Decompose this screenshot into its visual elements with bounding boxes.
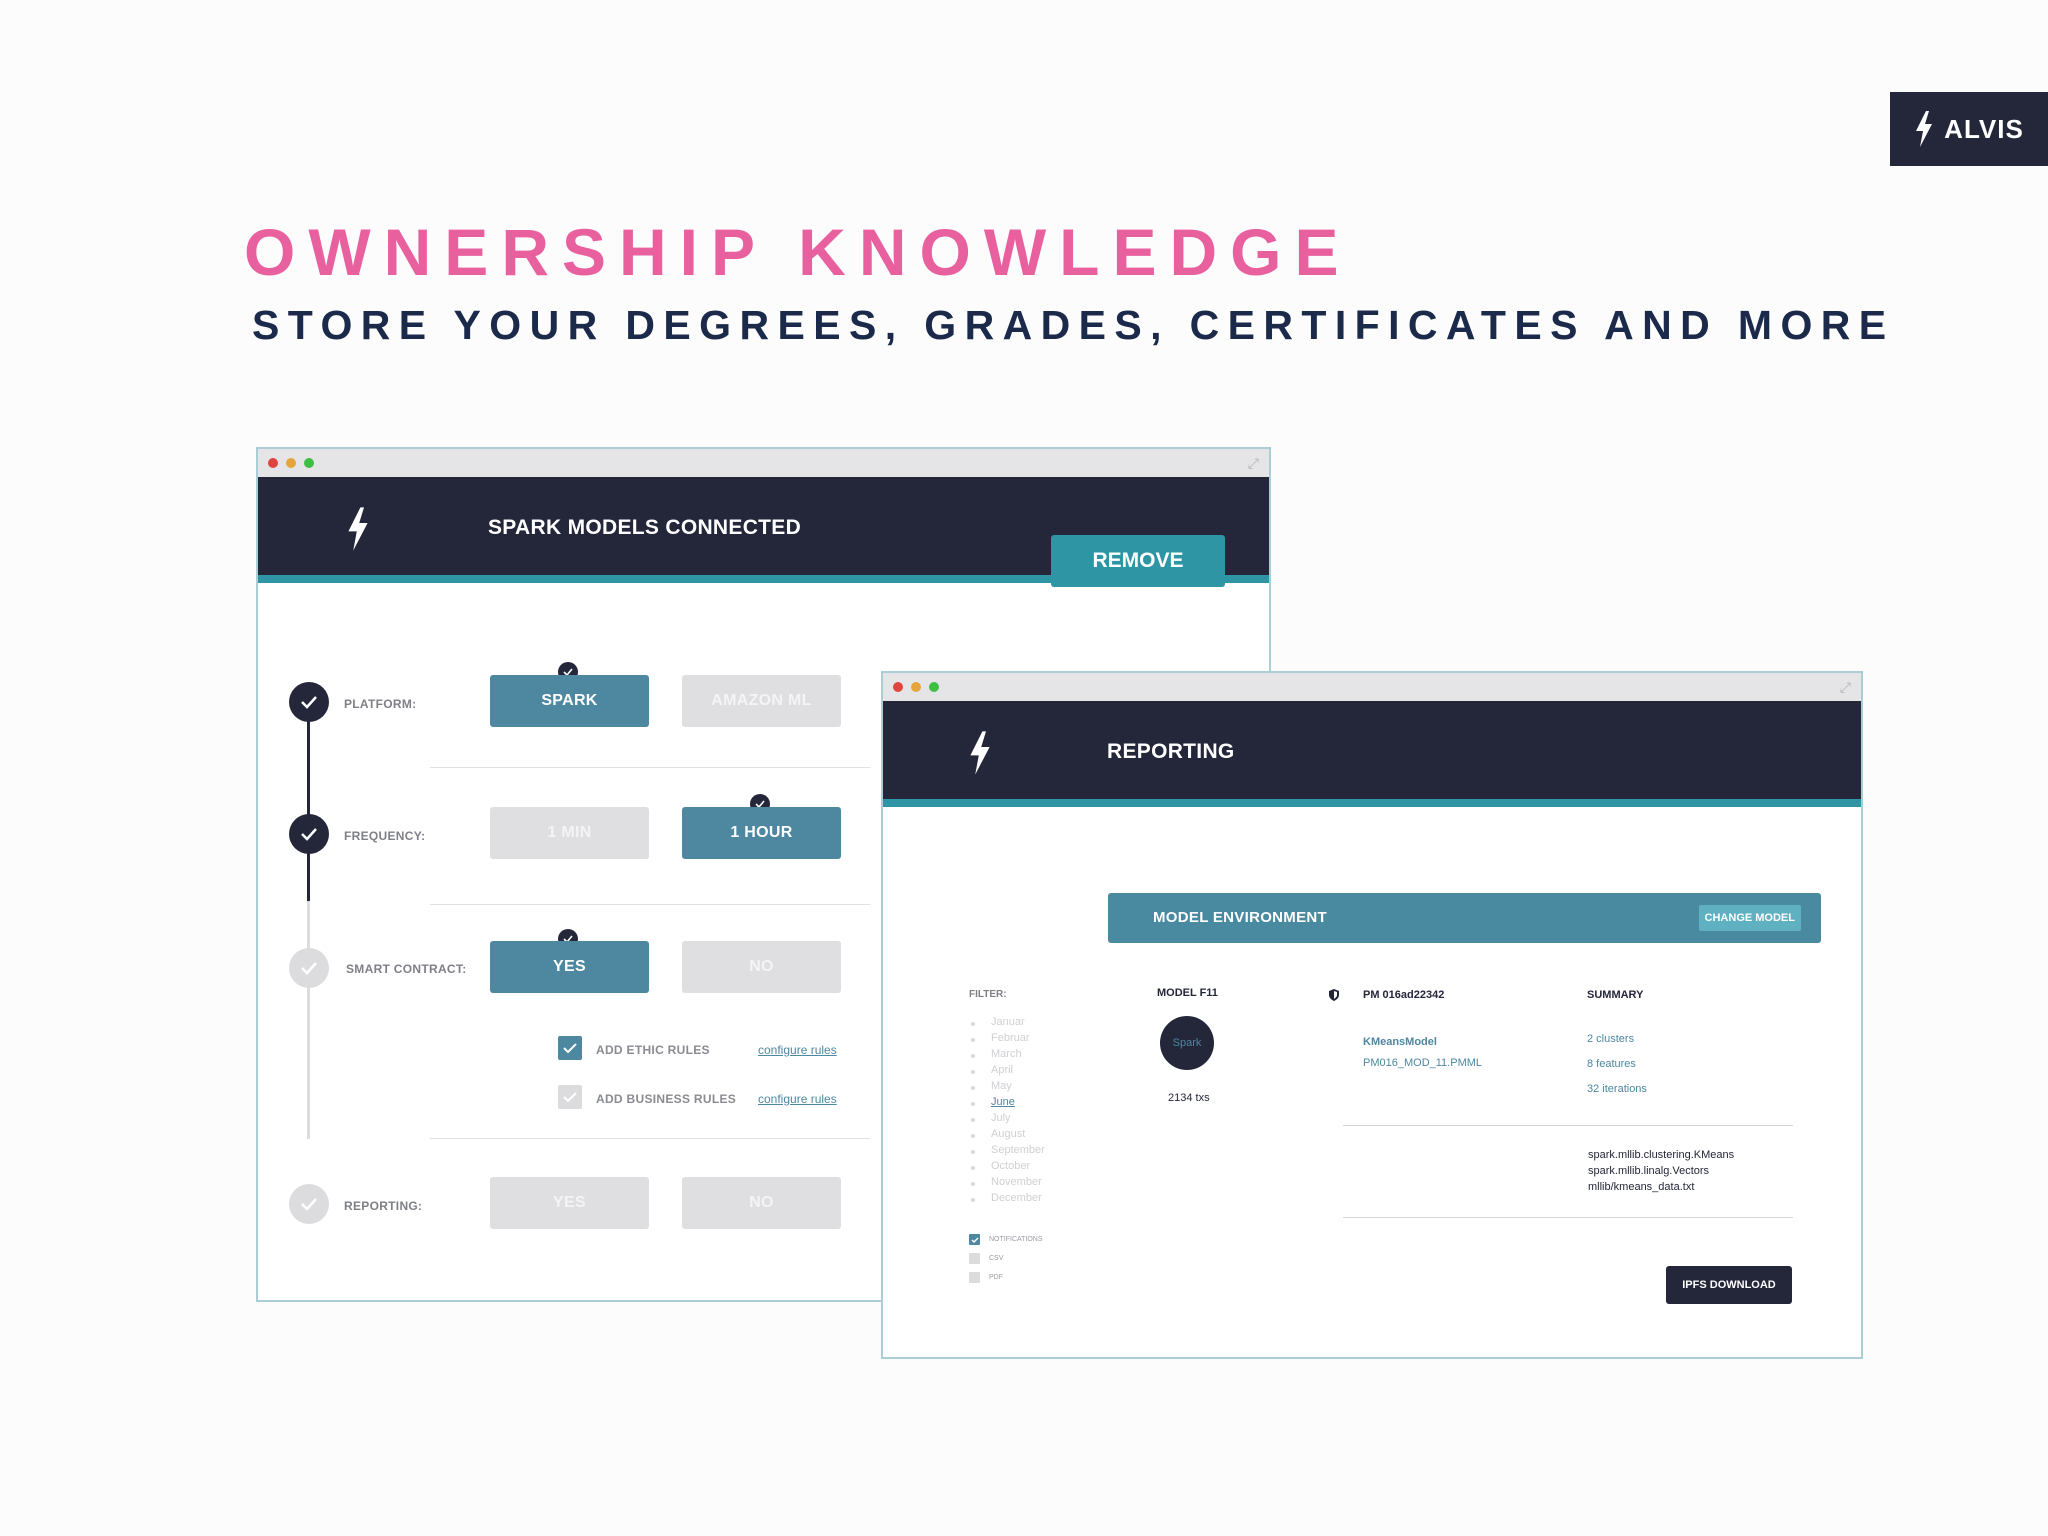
- month-item[interactable]: Januar: [991, 1016, 1025, 1028]
- step-frequency-indicator: [289, 814, 329, 854]
- step-smart-contract-label: SMART CONTRACT:: [346, 962, 467, 976]
- check-icon: [301, 828, 317, 841]
- window-titlebar: ⤢: [883, 673, 1861, 701]
- step-frequency-label: FREQUENCY:: [344, 829, 426, 843]
- window-title: SPARK MODELS CONNECTED: [488, 516, 802, 539]
- divider: [430, 904, 870, 905]
- bolt-icon: [970, 731, 990, 775]
- configure-ethic-rules-link[interactable]: configure rules: [758, 1043, 837, 1057]
- app-header: SPARK MODELS CONNECTED REMOVE: [258, 477, 1269, 587]
- month-item[interactable]: August: [991, 1128, 1025, 1140]
- close-dot[interactable]: [268, 458, 278, 468]
- stepper-line-done: [307, 705, 310, 901]
- notifications-label: NOTIFICATIONS: [989, 1236, 1043, 1243]
- expand-icon[interactable]: ⤢: [1840, 679, 1851, 696]
- divider: [1343, 1125, 1793, 1126]
- spark-model-circle[interactable]: Spark: [1160, 1016, 1214, 1070]
- brand-name: ALVIS: [1944, 113, 2024, 144]
- pm-file-name[interactable]: PM016_MOD_11.PMML: [1363, 1057, 1482, 1069]
- ethic-rules-label: ADD ETHIC RULES: [596, 1043, 710, 1057]
- month-item[interactable]: September: [991, 1144, 1045, 1156]
- month-item[interactable]: November: [991, 1176, 1042, 1188]
- month-item[interactable]: May: [991, 1080, 1012, 1092]
- option-no[interactable]: NO: [682, 941, 841, 993]
- model-environment-bar: MODEL ENVIRONMENT CHANGE MODEL: [1108, 893, 1821, 943]
- expand-icon[interactable]: ⤢: [1248, 455, 1259, 472]
- minimize-dot[interactable]: [911, 682, 921, 692]
- bolt-icon: [1916, 111, 1933, 147]
- month-item[interactable]: April: [991, 1064, 1013, 1076]
- month-item[interactable]: December: [991, 1192, 1042, 1204]
- step-reporting-indicator: [289, 1184, 329, 1224]
- ethic-rules-checkbox[interactable]: [558, 1036, 582, 1060]
- step-platform-label: PLATFORM:: [344, 697, 417, 711]
- business-rules-checkbox[interactable]: [558, 1085, 582, 1109]
- check-icon: [563, 1042, 577, 1053]
- check-icon: [301, 962, 317, 975]
- step-reporting-label: REPORTING:: [344, 1199, 423, 1213]
- pdf-checkbox[interactable]: [969, 1272, 980, 1283]
- reporting-window: ⤢ REPORTING MODEL ENVIRONMENT CHANGE MOD…: [881, 671, 1863, 1359]
- app-header: REPORTING: [883, 701, 1861, 807]
- divider: [430, 1138, 870, 1139]
- option-reporting-no[interactable]: NO: [682, 1177, 841, 1229]
- check-icon: [301, 696, 317, 709]
- option-1-min[interactable]: 1 MIN: [490, 807, 649, 859]
- import-line: mllib/kmeans_data.txt: [1588, 1181, 1695, 1193]
- pdf-label: PDF: [989, 1274, 1003, 1281]
- model-title: MODEL F11: [1157, 987, 1218, 999]
- month-item[interactable]: July: [991, 1112, 1011, 1124]
- check-icon: [971, 1237, 978, 1243]
- option-1-hour[interactable]: 1 HOUR: [682, 807, 841, 859]
- close-dot[interactable]: [893, 682, 903, 692]
- bolt-icon: [348, 507, 368, 551]
- check-icon: [301, 1198, 317, 1211]
- zoom-dot[interactable]: [304, 458, 314, 468]
- window-titlebar: ⤢: [258, 449, 1269, 477]
- summary-item: 32 iterations: [1587, 1083, 1647, 1095]
- shield-icon: [1329, 989, 1339, 1001]
- divider: [1343, 1217, 1793, 1218]
- summary-item: 2 clusters: [1587, 1033, 1635, 1045]
- option-spark[interactable]: SPARK: [490, 675, 649, 727]
- month-item-active[interactable]: June: [991, 1096, 1015, 1108]
- option-reporting-yes[interactable]: YES: [490, 1177, 649, 1229]
- ipfs-download-button[interactable]: IPFS DOWNLOAD: [1666, 1266, 1792, 1304]
- stepper-line-pending: [307, 901, 310, 1139]
- change-model-button[interactable]: CHANGE MODEL: [1698, 905, 1801, 931]
- pm-model-name[interactable]: KMeansModel: [1363, 1036, 1437, 1048]
- csv-label: CSV: [989, 1255, 1004, 1262]
- step-platform-indicator: [289, 682, 329, 722]
- subheadline: STORE YOUR DEGREES, GRADES, CERTIFICATES…: [252, 302, 1895, 348]
- month-item[interactable]: March: [991, 1048, 1022, 1060]
- month-item[interactable]: October: [991, 1160, 1030, 1172]
- option-amazon-ml[interactable]: AMAZON ML: [682, 675, 841, 727]
- summary-item: 8 features: [1587, 1058, 1636, 1070]
- import-line: spark.mllib.clustering.KMeans: [1588, 1149, 1735, 1161]
- filter-label: FILTER:: [969, 989, 1007, 1000]
- zoom-dot[interactable]: [929, 682, 939, 692]
- month-item[interactable]: Februar: [991, 1032, 1030, 1044]
- step-smart-contract-indicator: [289, 948, 329, 988]
- divider: [430, 767, 870, 768]
- business-rules-label: ADD BUSINESS RULES: [596, 1092, 737, 1106]
- minimize-dot[interactable]: [286, 458, 296, 468]
- configure-business-rules-link[interactable]: configure rules: [758, 1092, 837, 1106]
- brand-badge: ALVIS: [1890, 92, 2048, 166]
- model-environment-title: MODEL ENVIRONMENT: [1153, 909, 1327, 926]
- pm-title: PM 016ad22342: [1363, 989, 1445, 1001]
- model-txs: 2134 txs: [1168, 1092, 1210, 1104]
- check-icon: [563, 1091, 577, 1102]
- headline: OWNERSHIP KNOWLEDGE: [244, 215, 1352, 289]
- import-line: spark.mllib.linalg.Vectors: [1588, 1165, 1710, 1177]
- csv-checkbox[interactable]: [969, 1253, 980, 1264]
- summary-title: SUMMARY: [1587, 989, 1644, 1001]
- option-yes[interactable]: YES: [490, 941, 649, 993]
- notifications-checkbox[interactable]: [969, 1234, 980, 1245]
- remove-button[interactable]: REMOVE: [1051, 535, 1225, 587]
- window-title: REPORTING: [1107, 740, 1235, 763]
